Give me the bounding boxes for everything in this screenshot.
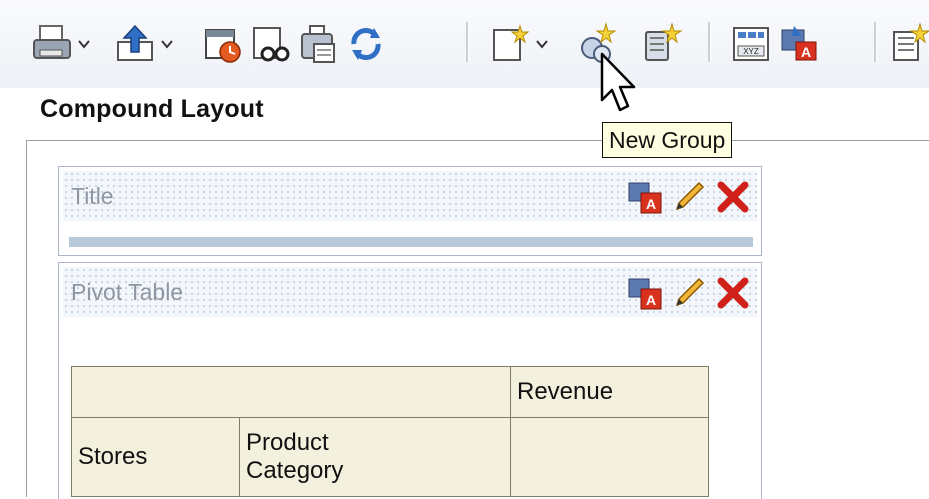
print-icon[interactable] <box>30 22 74 66</box>
properties-icon[interactable] <box>890 22 929 66</box>
format-view-icon[interactable]: A <box>627 275 663 311</box>
copy-icon[interactable] <box>296 22 340 66</box>
preview-icon[interactable] <box>248 22 292 66</box>
edit-icon[interactable] <box>671 179 707 215</box>
new-view-icon[interactable] <box>488 22 532 66</box>
row-header-line: Category <box>246 457 344 484</box>
empty-cell <box>510 417 709 497</box>
pivot-table-view-tools: A <box>627 275 751 311</box>
chevron-down-icon[interactable] <box>160 37 174 51</box>
corner-cell <box>71 366 511 418</box>
row-header-line: Product <box>246 429 329 456</box>
title-view: Title A <box>58 166 762 256</box>
title-view-tools: A <box>627 179 751 215</box>
export-icon[interactable] <box>114 22 158 66</box>
format-view-icon[interactable]: A <box>627 179 663 215</box>
table-row: Stores Product Category <box>71 417 709 497</box>
delete-icon[interactable] <box>715 179 751 215</box>
pivot-table: Revenue Stores Product Category <box>71 366 709 497</box>
chevron-down-icon[interactable] <box>77 37 91 51</box>
table-row: Revenue <box>71 366 709 418</box>
pivot-table-view-label: Pivot Table <box>71 279 184 305</box>
title-view-header: Title A <box>63 171 757 221</box>
chevron-down-icon[interactable] <box>535 37 549 51</box>
tooltip: New Group <box>602 122 733 158</box>
delete-icon[interactable] <box>715 275 751 311</box>
xyz-icon[interactable]: XYZ <box>730 22 774 66</box>
toolbar-separator <box>466 22 469 62</box>
title-view-label: Title <box>71 183 114 209</box>
refresh-icon[interactable] <box>344 22 388 66</box>
row-header-product-category[interactable]: Product Category <box>239 417 511 497</box>
schedule-icon[interactable] <box>200 22 244 66</box>
toolbar-separator <box>708 22 711 62</box>
svg-text:A: A <box>646 292 656 308</box>
format-icon[interactable]: A <box>778 22 822 66</box>
pivot-table-view-header: Pivot Table A <box>63 267 757 317</box>
new-calc-icon[interactable] <box>640 22 684 66</box>
svg-text:XYZ: XYZ <box>743 47 759 56</box>
svg-text:A: A <box>646 196 656 212</box>
toolbar-separator <box>874 22 877 62</box>
measure-header: Revenue <box>510 366 709 418</box>
row-header-stores: Stores <box>71 417 240 497</box>
page-title: Compound Layout <box>40 95 264 123</box>
edit-icon[interactable] <box>671 275 707 311</box>
toolbar: XYZ A <box>0 0 929 88</box>
pivot-table-view: Pivot Table A Revenue Stores Product Cat… <box>58 262 762 499</box>
mouse-cursor-icon <box>600 52 636 112</box>
title-placeholder-bar <box>69 237 753 247</box>
svg-text:A: A <box>801 44 811 60</box>
